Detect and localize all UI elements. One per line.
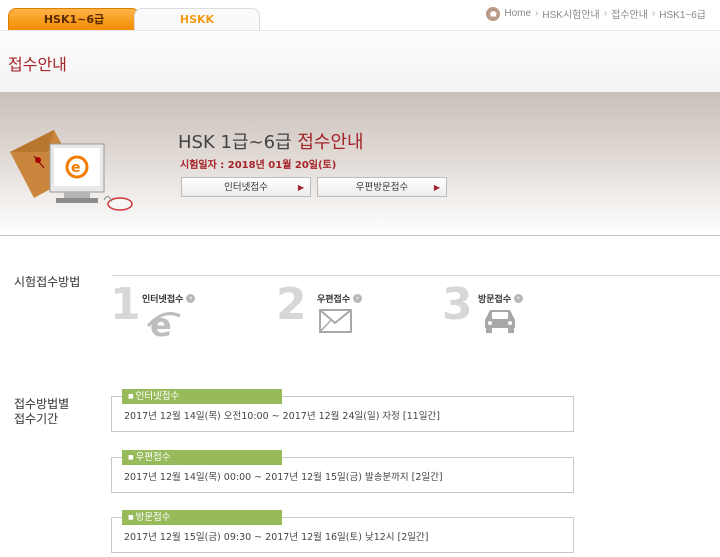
top-bar: HSK1~6급 HSKK Home › HSK시험안내 › 접수안내 › HSK… [0, 0, 720, 30]
breadcrumb-separator: › [651, 8, 656, 19]
svg-text:e: e [71, 160, 81, 176]
breadcrumb-current: HSK1~6급 [659, 10, 706, 21]
breadcrumb-home[interactable]: Home [504, 8, 531, 19]
breadcrumb-separator: › [603, 8, 608, 19]
hero-title-main: HSK 1급~6급 [178, 132, 292, 153]
period-text-online: 2017년 12월 14일(목) 오전10:00 ~ 2017년 12월 24일… [124, 411, 440, 422]
period-tag-mail: 우편접수 [122, 450, 282, 465]
step-label-text: 인터넷접수 [142, 295, 184, 305]
period-text-mail: 2017년 12월 14일(목) 00:00 ~ 2017년 12월 15일(금… [124, 472, 443, 483]
envelope-computer-illustration: e [10, 130, 133, 211]
period-label-line2: 접수기간 [14, 412, 59, 426]
period-tag-online: 인터넷접수 [122, 389, 282, 404]
period-tag-visit: 방문접수 [122, 510, 282, 525]
tab-hskk[interactable]: HSKK [134, 8, 260, 30]
arrow-right-icon: ▶ [433, 183, 440, 192]
online-registration-label: 인터넷접수 [224, 182, 268, 193]
breadcrumb: Home › HSK시험안내 › 접수안내 › HSK1~6급 [486, 6, 706, 21]
mail-visit-registration-button[interactable]: 우편방문접수 ▶ [317, 177, 447, 197]
car-icon [485, 310, 515, 333]
step-label-mail[interactable]: 우편접수 › [317, 292, 363, 305]
chevron-right-icon: › [514, 294, 524, 303]
step-label-online[interactable]: 인터넷접수 › [142, 292, 196, 305]
step-label-visit[interactable]: 방문접수 › [478, 292, 524, 305]
breadcrumb-hsk-info[interactable]: HSK시험안내 [542, 6, 599, 21]
svg-text:e: e [150, 306, 172, 340]
step-label-text: 방문접수 [478, 295, 512, 305]
hero-banner: e HSK 1급~6급 접수안내 시험일자 : 2018년 01월 20일(토)… [0, 92, 720, 236]
chevron-right-icon: › [353, 294, 363, 303]
divider [112, 275, 720, 276]
page-title: 접수안내 [8, 55, 67, 74]
breadcrumb-separator: › [535, 8, 539, 19]
step-label-text: 우편접수 [317, 295, 351, 305]
arrow-right-icon: ▶ [297, 183, 304, 192]
mail-visit-registration-label: 우편방문접수 [355, 182, 409, 193]
step-number: 1 [110, 279, 141, 330]
home-icon[interactable] [486, 6, 501, 21]
title-band: 접수안내 [0, 30, 720, 93]
tab-hsk1-6[interactable]: HSK1~6급 [8, 8, 140, 30]
step-number: 2 [276, 279, 307, 330]
internet-explorer-icon: e [146, 306, 181, 340]
hero-title-accent: 접수안내 [297, 132, 364, 153]
online-registration-button[interactable]: 인터넷접수 ▶ [181, 177, 311, 197]
envelope-icon [319, 309, 352, 333]
hero-title: HSK 1급~6급 접수안내 [178, 128, 364, 154]
breadcrumb-reception[interactable]: 접수안내 [611, 6, 648, 21]
chevron-right-icon: › [186, 294, 196, 303]
method-section-label: 시험접수방법 [14, 275, 81, 289]
period-section-label: 접수방법별 접수기간 [14, 397, 69, 427]
period-text-visit: 2017년 12월 15일(금) 09:30 ~ 2017년 12월 16일(토… [124, 532, 429, 543]
step-number: 3 [442, 279, 473, 330]
period-label-line1: 접수방법별 [14, 397, 70, 411]
exam-date: 시험일자 : 2018년 01월 20일(토) [180, 160, 337, 171]
